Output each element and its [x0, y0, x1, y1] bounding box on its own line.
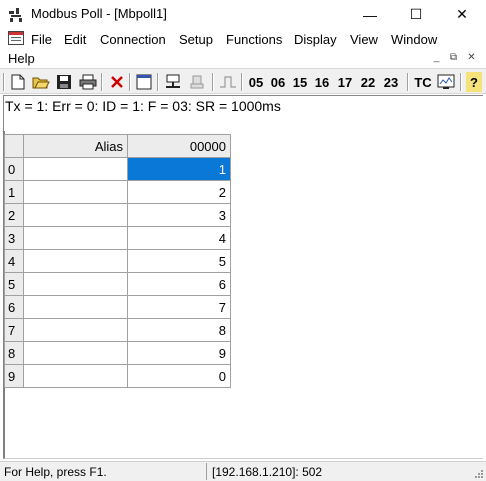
row-index: 1 [4, 180, 24, 204]
child-minimize-button[interactable]: _ [429, 52, 444, 65]
table-header-row: Alias 00000 [4, 134, 231, 158]
table-row: 9 0 [4, 364, 231, 388]
table-row: 5 6 [4, 272, 231, 296]
value-cell[interactable]: 5 [127, 249, 231, 273]
table-row: 1 2 [4, 180, 231, 204]
toolbar-grip [3, 73, 5, 91]
fc-15-button[interactable]: 15 [291, 72, 309, 92]
toolbar-separator [129, 73, 131, 91]
app-icon[interactable] [8, 7, 24, 23]
disconnect-icon[interactable] [187, 72, 207, 92]
connection-address: [192.168.1.210]: 502 [212, 465, 323, 479]
stop-icon[interactable] [108, 72, 126, 92]
value-cell[interactable]: 3 [127, 203, 231, 227]
fc-05-button[interactable]: 05 [247, 72, 265, 92]
row-index: 4 [4, 249, 24, 273]
alias-cell[interactable] [23, 249, 128, 273]
menu-help[interactable]: Help [6, 50, 37, 68]
alias-header[interactable]: Alias [23, 134, 128, 158]
fc-23-button[interactable]: 23 [382, 72, 400, 92]
value-cell[interactable]: 1 [127, 157, 231, 181]
fc-16-button[interactable]: 16 [313, 72, 331, 92]
alias-cell[interactable] [23, 295, 128, 319]
row-index: 9 [4, 364, 24, 388]
poll-status-line: Tx = 1: Err = 0: ID = 1: F = 03: SR = 10… [3, 95, 483, 131]
row-index: 7 [4, 318, 24, 342]
child-close-button[interactable]: ✕ [464, 52, 479, 65]
row-index: 2 [4, 203, 24, 227]
child-restore-button[interactable]: ⧉ [446, 52, 461, 65]
new-file-icon[interactable] [9, 72, 27, 92]
pulse-icon[interactable] [218, 72, 238, 92]
minimize-button[interactable]: — [347, 0, 393, 29]
alias-cell[interactable] [23, 272, 128, 296]
poll-status-text: Tx = 1: Err = 0: ID = 1: F = 03: SR = 10… [5, 98, 281, 114]
fc-22-button[interactable]: 22 [359, 72, 377, 92]
toolbar-separator [212, 73, 214, 91]
open-folder-icon[interactable] [31, 72, 51, 92]
close-button[interactable]: ✕ [439, 0, 485, 29]
print-icon[interactable] [78, 72, 98, 92]
row-index: 8 [4, 341, 24, 365]
maximize-button[interactable]: ☐ [393, 0, 439, 29]
toolbar-separator [157, 73, 159, 91]
toolbar-separator [460, 73, 462, 91]
menu-window[interactable]: Window [389, 31, 439, 49]
menu-display[interactable]: Display [292, 31, 339, 49]
help-about-button[interactable]: ? [466, 72, 482, 92]
alias-cell[interactable] [23, 203, 128, 227]
table-row: 3 4 [4, 226, 231, 250]
table-row: 7 8 [4, 318, 231, 342]
value-cell[interactable]: 8 [127, 318, 231, 342]
table-row: 0 1 [4, 157, 231, 181]
menu-edit[interactable]: Edit [62, 31, 88, 49]
toolbar-separator [241, 73, 243, 91]
title-bar: Modbus Poll - [Mbpoll1] — ☐ ✕ [0, 0, 486, 29]
alias-cell[interactable] [23, 226, 128, 250]
connect-icon[interactable] [163, 72, 183, 92]
status-bar: For Help, press F1. [192.168.1.210]: 502 [0, 461, 486, 481]
row-index: 0 [4, 157, 24, 181]
menu-connection[interactable]: Connection [98, 31, 168, 49]
toolbar: 05 06 15 16 17 22 23 TC ? [0, 68, 486, 94]
fc-06-button[interactable]: 06 [269, 72, 287, 92]
value-cell[interactable]: 7 [127, 295, 231, 319]
traffic-button[interactable]: TC [413, 72, 433, 92]
window-icon[interactable] [135, 72, 153, 92]
alias-cell[interactable] [23, 341, 128, 365]
toolbar-separator [101, 73, 103, 91]
document-icon[interactable] [8, 31, 24, 45]
menu-view[interactable]: View [348, 31, 380, 49]
toolbar-separator [407, 73, 409, 91]
alias-cell[interactable] [23, 157, 128, 181]
corner-cell [4, 134, 24, 158]
address-header[interactable]: 00000 [127, 134, 231, 158]
menu-functions[interactable]: Functions [224, 31, 284, 49]
alias-cell[interactable] [23, 180, 128, 204]
menu-file[interactable]: File [29, 31, 54, 49]
fc-17-button[interactable]: 17 [336, 72, 354, 92]
help-hint: For Help, press F1. [4, 465, 107, 479]
register-table: Alias 00000 0 1 1 2 2 3 3 4 4 5 5 6 6 7 … [4, 134, 231, 388]
alias-cell[interactable] [23, 364, 128, 388]
save-icon[interactable] [55, 72, 73, 92]
alias-cell[interactable] [23, 318, 128, 342]
table-row: 8 9 [4, 341, 231, 365]
monitor-icon[interactable] [436, 72, 456, 92]
table-row: 6 7 [4, 295, 231, 319]
value-cell[interactable]: 4 [127, 226, 231, 250]
table-row: 2 3 [4, 203, 231, 227]
table-row: 4 5 [4, 249, 231, 273]
window-title: Modbus Poll - [Mbpoll1] [31, 6, 167, 21]
value-cell[interactable]: 0 [127, 364, 231, 388]
row-index: 6 [4, 295, 24, 319]
menu-setup[interactable]: Setup [177, 31, 215, 49]
row-index: 3 [4, 226, 24, 250]
value-cell[interactable]: 2 [127, 180, 231, 204]
resize-grip-icon[interactable] [474, 469, 484, 479]
row-index: 5 [4, 272, 24, 296]
value-cell[interactable]: 6 [127, 272, 231, 296]
value-cell[interactable]: 9 [127, 341, 231, 365]
